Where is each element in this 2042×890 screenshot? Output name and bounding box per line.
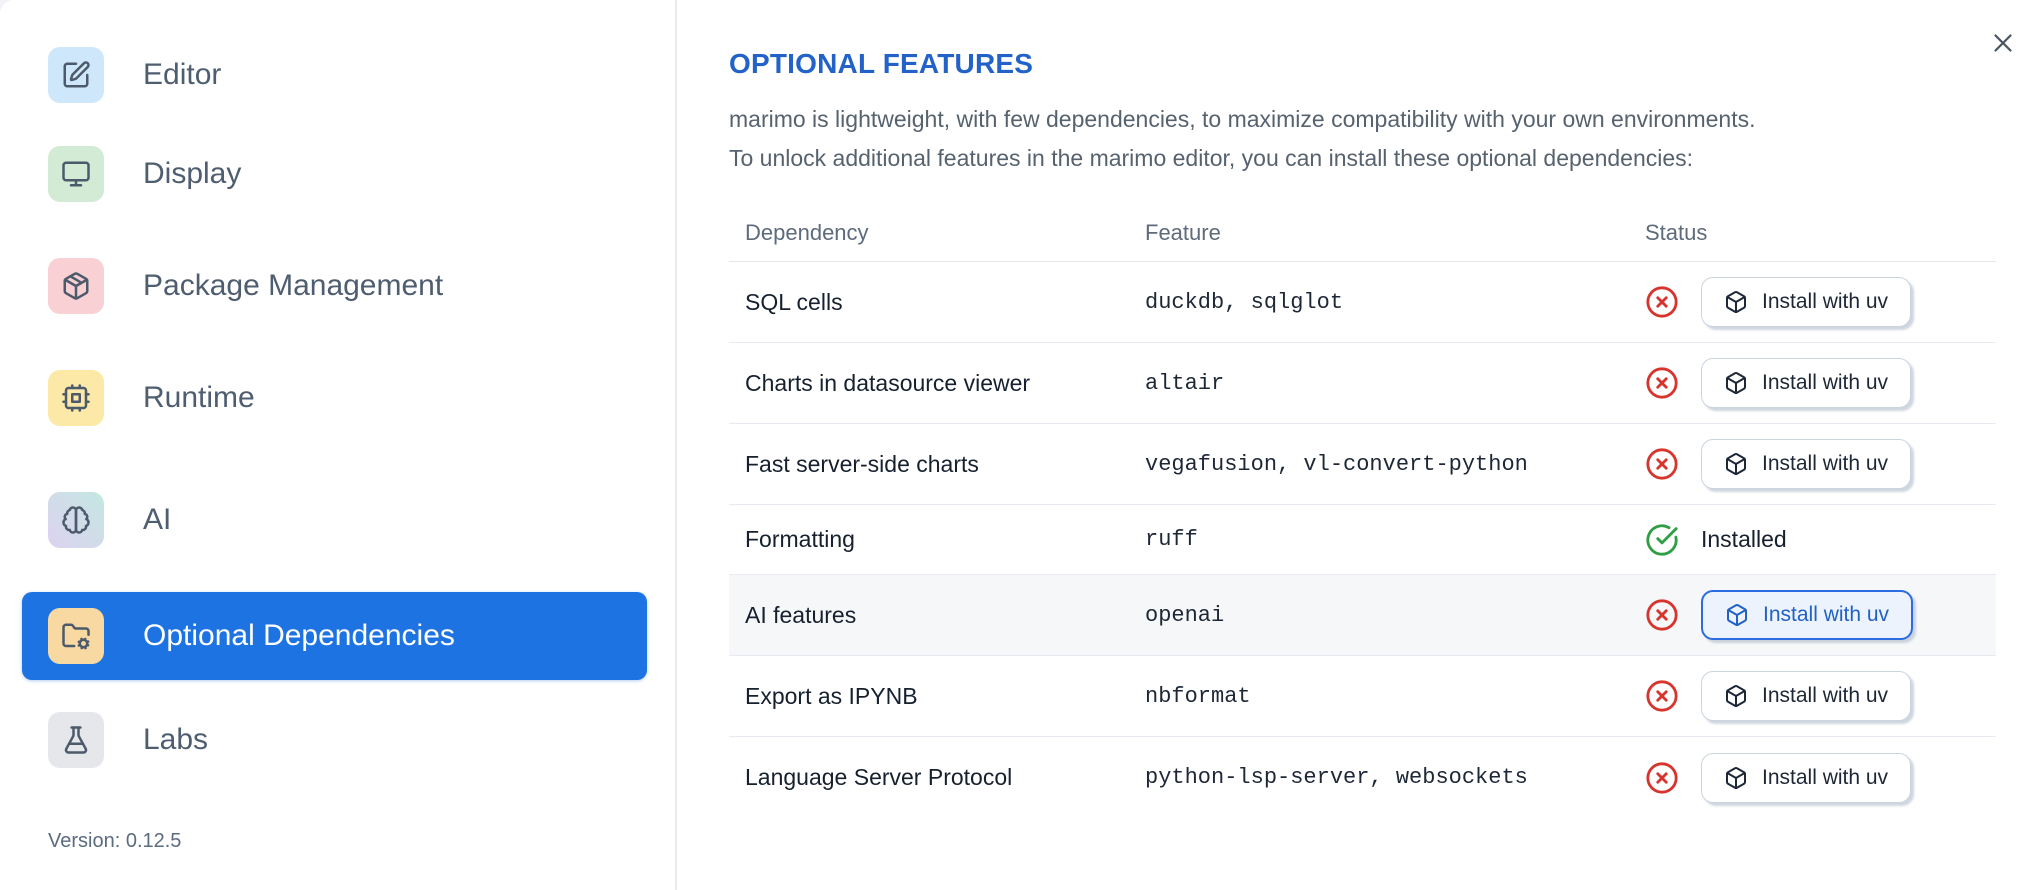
dependency-cell: Formatting — [745, 526, 855, 552]
settings-dialog: Editor Display Package Management Runtim… — [0, 0, 2042, 890]
version-label: Version: 0.12.5 — [48, 830, 182, 852]
feature-cell: openai — [1145, 602, 1225, 628]
column-header-status: Status — [1645, 219, 1708, 245]
status-cell: Install with uv — [1645, 358, 1996, 408]
sidebar-item-package-management[interactable]: Package Management — [48, 258, 675, 314]
table-row: Fast server-side charts vegafusion, vl-c… — [729, 424, 1996, 505]
feature-cell: altair — [1145, 370, 1225, 396]
feature-cell: nbformat — [1145, 683, 1251, 709]
feature-cell: ruff — [1145, 527, 1198, 552]
close-icon[interactable] — [1988, 28, 2018, 58]
box-icon — [1724, 290, 1748, 314]
dependency-cell: Charts in datasource viewer — [745, 369, 1031, 396]
folder-cog-icon — [48, 608, 104, 664]
optional-features-panel: OPTIONAL FEATURES marimo is lightweight,… — [679, 0, 2042, 890]
settings-sidebar: Editor Display Package Management Runtim… — [0, 0, 677, 890]
feature-cell: vegafusion, vl-convert-python — [1145, 451, 1528, 477]
sidebar-item-label: Package Management — [143, 269, 444, 302]
sidebar-item-label: Labs — [143, 723, 209, 756]
circle-x-icon — [1645, 598, 1679, 632]
status-cell: Install with uv — [1645, 590, 1996, 640]
table-row: AI features openai Install with uv — [729, 575, 1996, 656]
sidebar-item-runtime[interactable]: Runtime — [48, 370, 675, 426]
box-icon — [1725, 603, 1749, 627]
box-icon — [1724, 684, 1748, 708]
feature-cell: duckdb, sqlglot — [1145, 289, 1344, 315]
cpu-icon — [48, 370, 104, 426]
column-header-dependency: Dependency — [745, 219, 869, 245]
package-icon — [48, 258, 104, 314]
editor-icon — [48, 47, 104, 103]
dependency-cell: Language Server Protocol — [745, 764, 1013, 790]
circle-x-icon — [1645, 285, 1679, 319]
table-row: Export as IPYNB nbformat Install with uv — [729, 656, 1996, 737]
description-line: To unlock additional features in the mar… — [729, 145, 1694, 171]
install-with-uv-button[interactable]: Install with uv — [1701, 590, 1914, 640]
install-button-label: Install with uv — [1762, 765, 1889, 789]
sidebar-item-labs[interactable]: Labs — [48, 712, 675, 768]
page-title: OPTIONAL FEATURES — [729, 48, 1034, 79]
sidebar-item-optional-dependencies[interactable]: Optional Dependencies — [22, 592, 647, 680]
table-row: Language Server Protocol python-lsp-serv… — [729, 737, 1996, 818]
install-button-label: Install with uv — [1762, 290, 1889, 313]
install-with-uv-button[interactable]: Install with uv — [1701, 277, 1912, 327]
circle-x-icon — [1645, 447, 1679, 481]
table-row: Charts in datasource viewer altair Insta… — [729, 343, 1996, 424]
table-row: SQL cells duckdb, sqlglot Install with u… — [729, 262, 1996, 343]
install-button-label: Install with uv — [1762, 452, 1889, 475]
box-icon — [1724, 371, 1748, 395]
box-icon — [1724, 766, 1748, 790]
dependency-cell: Fast server-side charts — [745, 450, 979, 477]
install-button-label: Install with uv — [1762, 684, 1889, 707]
circle-x-icon — [1645, 366, 1679, 400]
table-row: Formatting ruff Installed — [729, 505, 1996, 575]
status-cell: Install with uv — [1645, 752, 1996, 803]
sidebar-item-label: Editor — [143, 58, 222, 91]
sidebar-item-editor[interactable]: Editor — [48, 47, 675, 103]
monitor-icon — [48, 146, 104, 202]
dependency-cell: AI features — [745, 601, 857, 628]
installed-status-label: Installed — [1701, 526, 1787, 552]
install-button-label: Install with uv — [1762, 371, 1889, 394]
panel-description: marimo is lightweight, with few dependen… — [729, 100, 2042, 178]
column-header-feature: Feature — [1145, 219, 1221, 245]
feature-cell: python-lsp-server, websockets — [1145, 765, 1528, 790]
status-cell: Install with uv — [1645, 671, 1996, 721]
install-button-label: Install with uv — [1763, 603, 1890, 626]
dependency-cell: SQL cells — [745, 288, 843, 315]
status-cell: Install with uv — [1645, 277, 1996, 327]
install-with-uv-button[interactable]: Install with uv — [1701, 752, 1912, 803]
sidebar-item-label: AI — [143, 503, 172, 536]
sidebar-item-display[interactable]: Display — [48, 146, 675, 202]
install-with-uv-button[interactable]: Install with uv — [1701, 439, 1912, 489]
sidebar-item-label: Display — [143, 157, 242, 190]
description-line: marimo is lightweight, with few dependen… — [729, 106, 1756, 132]
status-cell: Installed — [1645, 523, 1996, 557]
sidebar-item-label: Runtime — [143, 381, 255, 414]
circle-check-icon — [1645, 523, 1679, 557]
sidebar-item-label: Optional Dependencies — [143, 619, 455, 652]
install-with-uv-button[interactable]: Install with uv — [1701, 671, 1912, 721]
table-header: Dependency Feature Status — [729, 204, 1996, 262]
install-with-uv-button[interactable]: Install with uv — [1701, 358, 1912, 408]
flask-icon — [48, 712, 104, 768]
circle-x-icon — [1645, 761, 1679, 795]
sidebar-item-ai[interactable]: AI — [48, 492, 675, 548]
status-cell: Install with uv — [1645, 439, 1996, 489]
box-icon — [1724, 452, 1748, 476]
dependency-cell: Export as IPYNB — [745, 682, 918, 709]
dependencies-table: Dependency Feature Status SQL cells duck… — [729, 204, 1996, 818]
circle-x-icon — [1645, 679, 1679, 713]
brain-icon — [48, 492, 104, 548]
